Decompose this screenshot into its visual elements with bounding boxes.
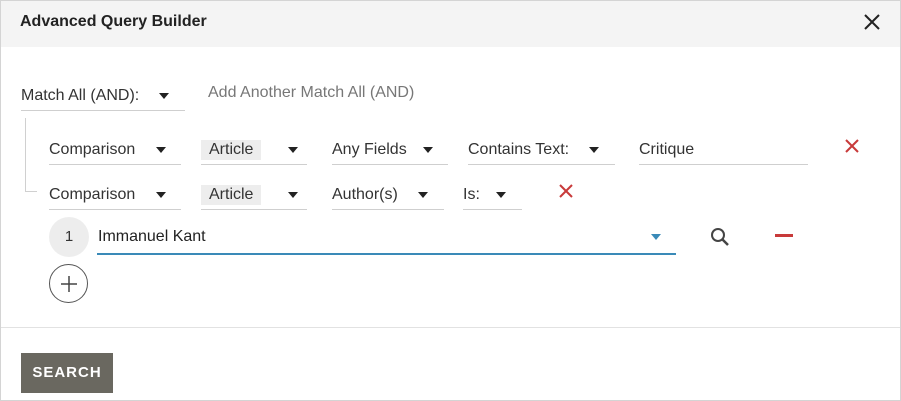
row-1-field-label: Any Fields [332,141,407,158]
author-value-select[interactable]: Immanuel Kant [97,223,676,255]
row-2-field-label: Author(s) [332,186,398,203]
remove-row-2-icon[interactable] [557,182,575,200]
row-2-operator-select[interactable]: Is: [463,180,522,210]
match-all-select[interactable]: Match All (AND): [21,81,185,111]
dialog-header: Advanced Query Builder [1,1,900,47]
chevron-down-icon [156,147,166,153]
add-value-button[interactable] [49,264,88,303]
chevron-down-icon [288,192,298,198]
author-value-text: Immanuel Kant [98,228,206,245]
row-2-type-label: Comparison [49,186,136,203]
row-1-type-select[interactable]: Comparison [49,135,181,165]
remove-value-icon[interactable] [775,234,793,237]
row-1-scope-select[interactable]: Article [201,135,307,165]
chevron-down-icon [156,192,166,198]
row-1-scope-label: Article [201,140,262,160]
row-1-value-text: Critique [639,141,695,158]
row-2-scope-label: Article [201,185,262,205]
row-2-field-select[interactable]: Author(s) [332,180,444,210]
row-2-scope-select[interactable]: Article [201,180,307,210]
close-icon[interactable] [861,11,883,33]
match-all-label: Match All (AND): [21,87,140,104]
value-index-badge: 1 [49,217,89,257]
chevron-down-icon [418,192,428,198]
row-1-value-input[interactable]: Critique [639,135,808,165]
add-another-match-link[interactable]: Add Another Match All (AND) [208,84,414,102]
query-builder-dialog: Advanced Query Builder Match All (AND): … [0,0,901,401]
search-button[interactable]: SEARCH [21,353,113,393]
tree-connector [25,118,26,192]
plus-icon [61,276,77,292]
chevron-down-icon [589,147,599,153]
row-1-type-label: Comparison [49,141,136,158]
chevron-down-icon [496,192,506,198]
chevron-down-icon [288,147,298,153]
row-1-field-select[interactable]: Any Fields [332,135,448,165]
dialog-title: Advanced Query Builder [20,13,207,30]
footer-divider [1,327,900,328]
row-1-operator-select[interactable]: Contains Text: [468,135,615,165]
chevron-down-icon [651,234,661,240]
remove-row-1-icon[interactable] [843,137,861,155]
row-2-type-select[interactable]: Comparison [49,180,181,210]
chevron-down-icon [423,147,433,153]
search-icon[interactable] [709,226,731,248]
row-2-operator-label: Is: [463,186,480,203]
tree-connector [25,191,37,192]
row-1-operator-label: Contains Text: [468,141,570,158]
chevron-down-icon [159,93,169,99]
